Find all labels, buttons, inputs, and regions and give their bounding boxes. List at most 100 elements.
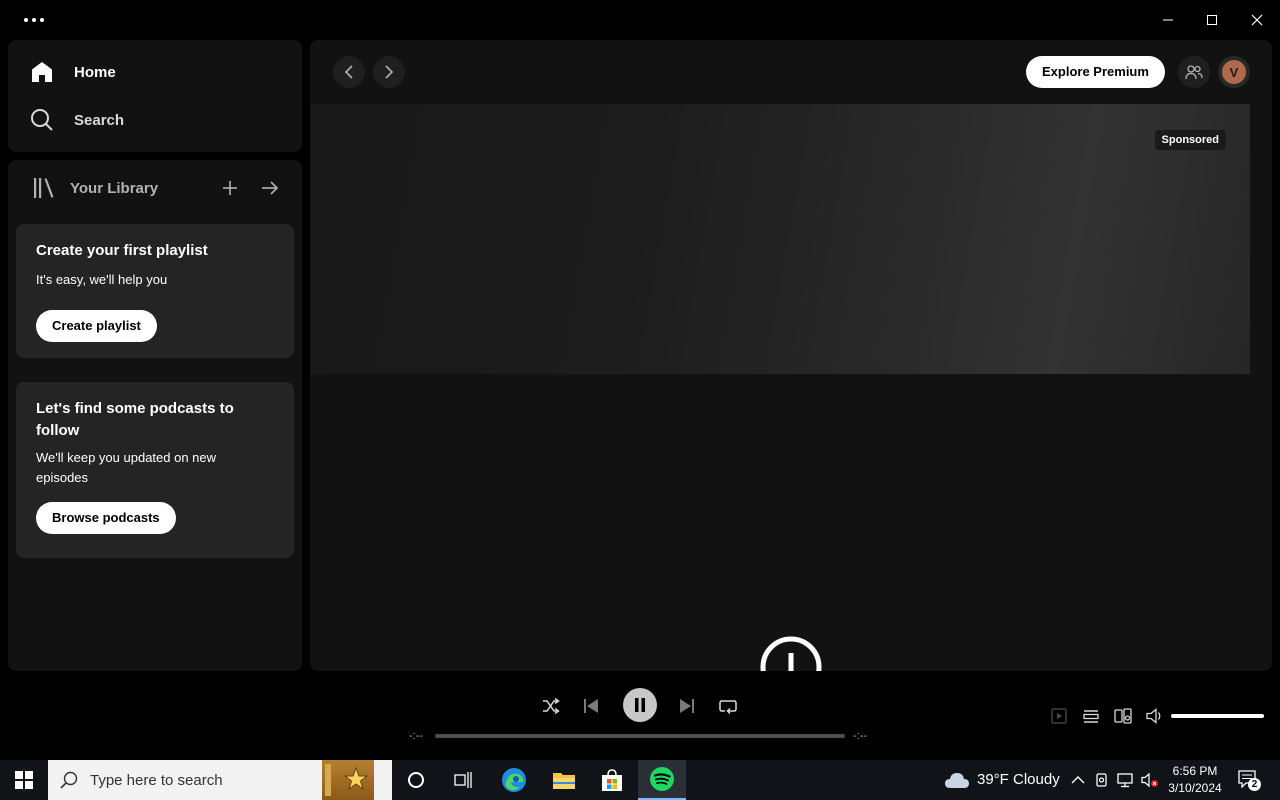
device-icon — [1114, 708, 1132, 724]
forward-button[interactable] — [373, 56, 405, 88]
spotify-app[interactable] — [638, 760, 686, 800]
skip-back-icon — [584, 699, 598, 713]
power-icon — [760, 636, 822, 671]
queue-icon — [1083, 710, 1099, 723]
shuffle-button[interactable] — [535, 690, 567, 722]
remaining-time: -:-- — [853, 730, 868, 742]
library-panel: Your Library Create your first playlist … — [8, 160, 302, 671]
previous-button[interactable] — [575, 690, 607, 722]
card-text: It's easy, we'll help you — [36, 272, 168, 287]
maximize-button[interactable] — [1194, 4, 1230, 36]
volume-tray[interactable] — [1141, 772, 1159, 788]
skip-forward-icon — [680, 699, 694, 713]
browse-podcasts-button[interactable]: Browse podcasts — [36, 502, 176, 534]
avatar-initial: V — [1222, 60, 1246, 84]
home-icon — [32, 62, 52, 82]
search-icon — [31, 109, 53, 131]
weather-temp: 39°F — [977, 771, 1009, 788]
expand-library-button[interactable] — [258, 176, 282, 200]
card-title: Create your first playlist — [36, 242, 208, 259]
file-explorer-app[interactable] — [540, 760, 588, 800]
network-icon — [1117, 773, 1133, 788]
pause-icon — [635, 698, 645, 712]
queue-button[interactable] — [1079, 704, 1103, 728]
store-icon — [602, 769, 622, 791]
mute-button[interactable] — [1143, 704, 1167, 728]
create-playlist-plus-button[interactable] — [218, 176, 242, 200]
volume-slider[interactable] — [1171, 714, 1264, 718]
action-center-button[interactable]: 2 — [1236, 768, 1264, 792]
windows-logo-icon — [15, 771, 33, 789]
player-bar: -:-- -:-- — [0, 672, 1280, 760]
back-button[interactable] — [333, 56, 365, 88]
elapsed-time: -:-- — [409, 730, 424, 742]
weather-condition: Cloudy — [1013, 771, 1060, 788]
chevron-up-icon — [1071, 776, 1085, 784]
friends-icon — [1185, 65, 1203, 80]
star-icon — [325, 764, 369, 796]
notification-count: 2 — [1248, 778, 1261, 791]
app-menu-icon[interactable] — [24, 10, 48, 30]
plus-icon — [223, 181, 237, 195]
chevron-left-icon — [344, 65, 353, 79]
muted-speaker-icon — [1141, 772, 1158, 788]
chevron-right-icon — [385, 65, 394, 79]
main-view: Explore Premium V Sponsored — [310, 40, 1272, 671]
repeat-button[interactable] — [712, 690, 744, 722]
edge-app[interactable] — [490, 760, 538, 800]
minimize-button[interactable] — [1150, 4, 1186, 36]
podcasts-card: Let's find some podcasts to follow We'll… — [16, 382, 294, 558]
card-title: Let's find some podcasts to follow — [36, 400, 234, 439]
meet-now-tray[interactable] — [1094, 772, 1110, 788]
sponsored-badge: Sponsored — [1154, 130, 1226, 150]
search-icon — [60, 771, 78, 789]
edge-icon — [502, 768, 526, 792]
cloud-icon — [945, 773, 969, 788]
task-view-button[interactable] — [440, 760, 488, 800]
windows-taskbar: Type here to search 39°F Cloudy 6:56 PM — [0, 760, 1280, 800]
next-button[interactable] — [671, 690, 703, 722]
repeat-icon — [719, 700, 737, 714]
now-playing-view-button[interactable] — [1047, 704, 1071, 728]
card-text: We'll keep you updated on new episodes — [36, 450, 217, 485]
user-avatar-button[interactable]: V — [1218, 56, 1250, 88]
cortana-icon — [408, 772, 424, 788]
create-playlist-card: Create your first playlist It's easy, we… — [16, 224, 294, 358]
volume-icon — [1146, 708, 1161, 724]
network-tray[interactable] — [1117, 772, 1135, 788]
pause-button[interactable] — [623, 688, 657, 722]
nav-home[interactable]: Home — [30, 56, 116, 88]
create-playlist-button[interactable]: Create playlist — [36, 310, 157, 342]
nav-search[interactable]: Search — [30, 104, 124, 136]
nav-panel: Home Search — [8, 40, 302, 152]
show-hidden-icons-button[interactable] — [1070, 772, 1086, 788]
library-icon — [34, 178, 54, 198]
nav-home-label: Home — [74, 63, 116, 81]
your-library-button[interactable]: Your Library — [32, 174, 158, 202]
progress-bar[interactable] — [435, 734, 845, 738]
explore-premium-button[interactable]: Explore Premium — [1026, 56, 1165, 88]
folder-icon — [553, 773, 575, 789]
store-app[interactable] — [588, 760, 636, 800]
clock-time: 6:56 PM — [1172, 764, 1218, 778]
spotify-icon — [650, 767, 674, 791]
start-button[interactable] — [0, 760, 48, 800]
taskbar-clock[interactable]: 6:56 PM 3/10/2024 — [1160, 763, 1230, 797]
nav-search-label: Search — [74, 111, 125, 129]
taskbar-search-box[interactable]: Type here to search — [48, 760, 392, 800]
arrow-right-icon — [262, 181, 279, 195]
sponsored-banner[interactable]: Sponsored — [310, 104, 1250, 374]
now-playing-icon — [1051, 708, 1067, 724]
cortana-button[interactable] — [392, 760, 440, 800]
shuffle-icon — [543, 698, 560, 714]
weather-widget[interactable]: 39°F Cloudy — [944, 760, 1060, 800]
connect-device-button[interactable] — [1111, 704, 1135, 728]
clock-date: 3/10/2024 — [1168, 781, 1222, 795]
search-highlight-image — [322, 760, 374, 800]
close-button[interactable] — [1239, 4, 1275, 36]
title-bar — [0, 0, 1280, 40]
library-title: Your Library — [70, 179, 159, 197]
friend-activity-button[interactable] — [1178, 56, 1210, 88]
search-placeholder: Type here to search — [90, 771, 223, 789]
task-view-icon — [454, 772, 472, 788]
